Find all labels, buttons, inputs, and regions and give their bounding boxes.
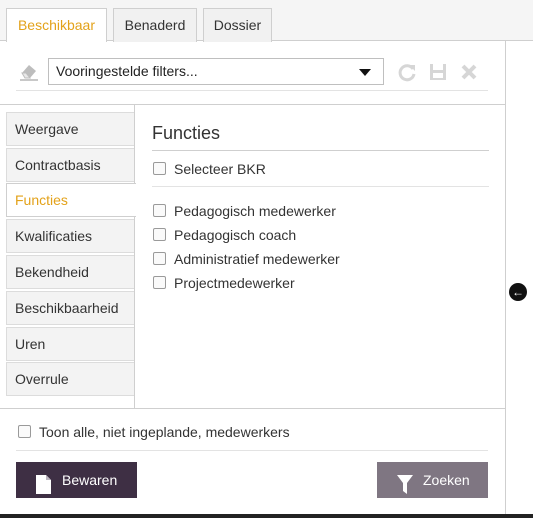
sidebar-item-overrule[interactable]: Overrule <box>6 362 134 396</box>
window-bottom-edge <box>0 514 533 518</box>
save-button[interactable]: Bewaren <box>16 462 137 498</box>
refresh-icon[interactable] <box>396 61 418 83</box>
save-icon[interactable] <box>427 61 449 83</box>
tab-benaderd[interactable]: Benaderd <box>113 8 197 42</box>
panel-right-border <box>505 41 506 515</box>
search-button[interactable]: Zoeken <box>377 462 488 498</box>
close-icon[interactable] <box>458 61 480 83</box>
checkbox-label: Selecteer BKR <box>174 161 266 177</box>
arrow-left-icon[interactable]: ← <box>509 283 527 301</box>
footer-divider <box>0 408 505 409</box>
checkbox-box[interactable] <box>153 276 166 289</box>
filter-category-sidebar: Weergave Contractbasis Functies Kwalific… <box>0 104 136 408</box>
chevron-down-icon <box>359 69 371 76</box>
checkbox-label: Pedagogisch coach <box>174 227 297 243</box>
tab-dossier[interactable]: Dossier <box>203 8 272 42</box>
checkbox-label: Administratief medewerker <box>174 251 340 267</box>
file-icon <box>36 471 51 507</box>
sidebar-divider <box>134 104 135 408</box>
preset-filter-value: Vooringestelde filters... <box>56 63 198 79</box>
eraser-icon[interactable] <box>18 62 40 82</box>
tab-beschikbaar[interactable]: Beschikbaar <box>6 8 107 42</box>
sidebar-item-uren[interactable]: Uren <box>6 327 134 361</box>
filter-funnel-icon <box>397 471 413 507</box>
sidebar-item-bekendheid[interactable]: Bekendheid <box>6 255 134 289</box>
checkbox-label: Pedagogisch medewerker <box>174 203 336 219</box>
search-button-label: Zoeken <box>423 472 470 488</box>
sidebar-item-beschikbaarheid[interactable]: Beschikbaarheid <box>6 291 134 325</box>
checkbox-label: Projectmedewerker <box>174 275 295 291</box>
sidebar-item-kwalificaties[interactable]: Kwalificaties <box>6 219 134 253</box>
footer-sub-divider <box>16 450 488 451</box>
sidebar-item-contractbasis[interactable]: Contractbasis <box>6 148 134 182</box>
section-title: Functies <box>152 123 221 143</box>
app-window: Beschikbaar Benaderd Dossier Vooringeste… <box>0 0 533 518</box>
checkbox-box[interactable] <box>153 162 166 175</box>
toolbar-divider <box>16 90 488 91</box>
checkbox-box[interactable] <box>153 252 166 265</box>
checkbox-box[interactable] <box>153 204 166 217</box>
checkbox-box[interactable] <box>18 425 31 438</box>
sidebar-item-functies[interactable]: Functies <box>6 183 136 217</box>
sidebar-item-weergave[interactable]: Weergave <box>6 112 134 146</box>
options-divider <box>152 186 489 187</box>
title-divider <box>152 150 489 151</box>
checkbox-box[interactable] <box>153 228 166 241</box>
tab-bar: Beschikbaar Benaderd Dossier <box>0 0 533 42</box>
save-button-label: Bewaren <box>62 472 118 488</box>
checkbox-label: Toon alle, niet ingeplande, medewerkers <box>39 424 290 440</box>
preset-filter-select[interactable]: Vooringestelde filters... <box>48 58 384 85</box>
